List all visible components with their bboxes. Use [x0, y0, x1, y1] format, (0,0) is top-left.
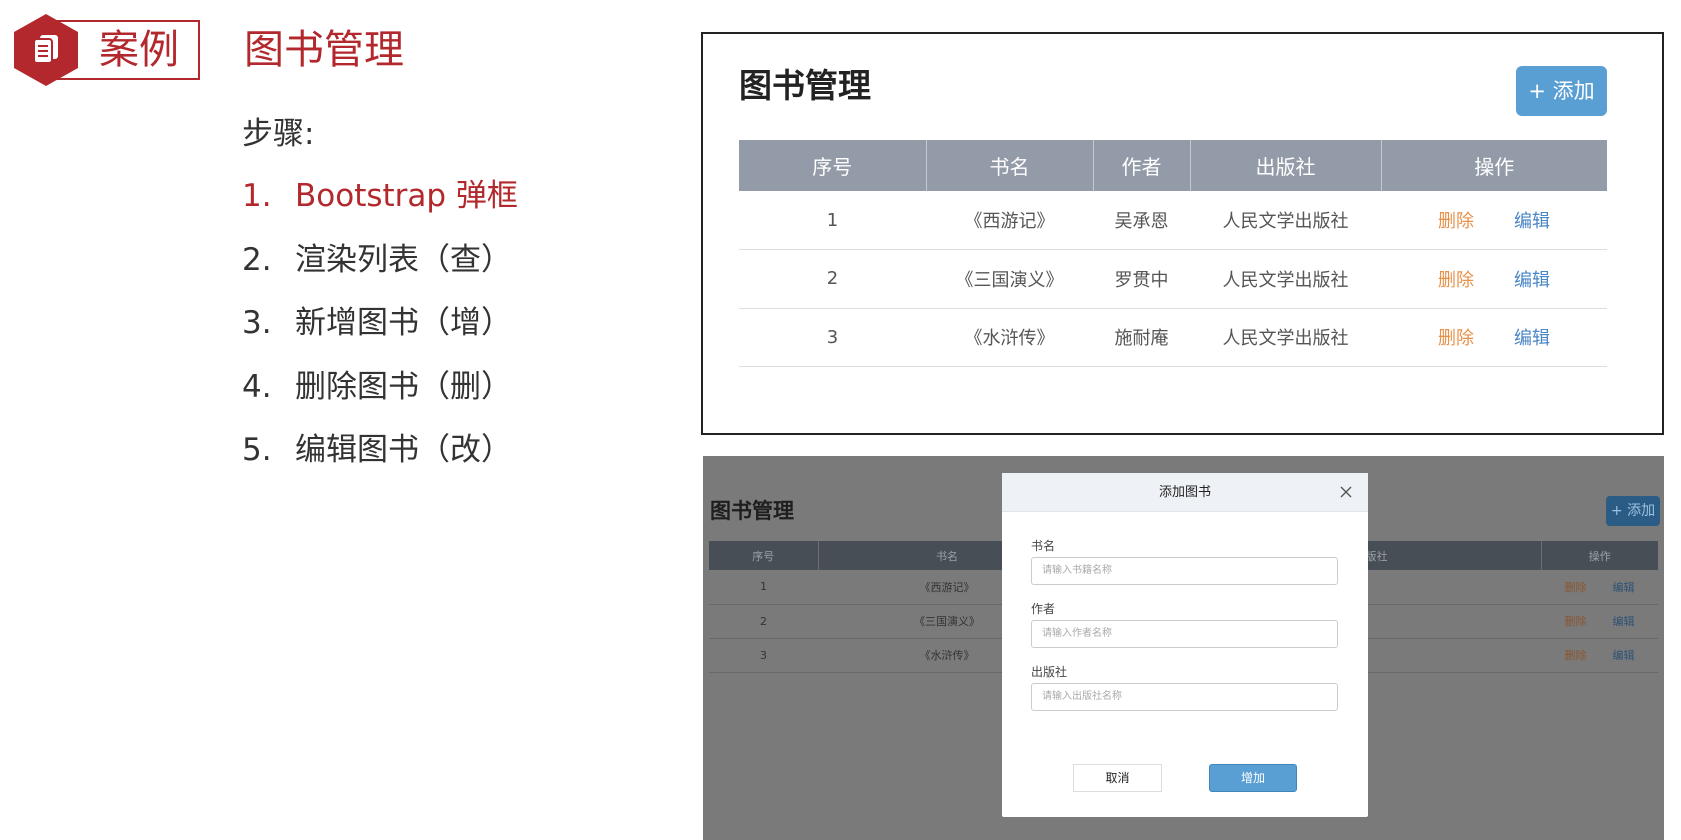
edit-link[interactable]: 编辑: [1514, 328, 1550, 349]
column-header: 序号: [739, 140, 927, 191]
column-header: 出版社: [1190, 140, 1382, 191]
delete-link[interactable]: 删除: [1438, 328, 1474, 349]
column-header: 作者: [1093, 140, 1191, 191]
step-number: 4.: [242, 368, 272, 405]
cell-no: 1: [709, 570, 818, 605]
cancel-button[interactable]: 取消: [1073, 764, 1162, 792]
add-book-modal-screenshot: 图书管理 + 添加 序号 书名 出版社 操作 1 《西游记》 文学出版社 删除编…: [703, 456, 1664, 840]
field-label-title: 书名: [1031, 539, 1056, 553]
badge-label: 案例: [99, 27, 179, 73]
edit-link[interactable]: 编辑: [1514, 211, 1550, 232]
step-label: 删除图书（删）: [295, 368, 512, 405]
add-book-dialog: 添加图书 书名 请输入书籍名称 作者 请输入作者名称 出版社 请输入出版社名称 …: [1002, 473, 1368, 817]
cell-author: 施耐庵: [1093, 308, 1190, 367]
edit-link[interactable]: 编辑: [1514, 270, 1550, 291]
edit-link: 编辑: [1612, 580, 1635, 594]
page-title: 图书管理: [244, 27, 404, 73]
document-icon: [33, 35, 58, 64]
edit-link: 编辑: [1612, 615, 1635, 628]
step-label: 渲染列表（查）: [295, 241, 512, 278]
cell-no: 3: [709, 638, 818, 673]
delete-link: 删除: [1564, 649, 1587, 662]
delete-link: 删除: [1564, 615, 1587, 628]
table-row: 3 《水浒传》 施耐庵 人民文学出版社 删除 编辑: [739, 308, 1607, 367]
delete-link[interactable]: 删除: [1438, 270, 1474, 291]
step-item: 3. 新增图书（增）: [242, 303, 518, 367]
cell-publisher: 人民文学出版社: [1190, 308, 1381, 367]
cell-no: 1: [739, 191, 926, 250]
cell-publisher: 人民文学出版社: [1190, 191, 1381, 250]
column-header: 操作: [1541, 541, 1658, 570]
table-row: 1 《西游记》 吴承恩 人民文学出版社 删除 编辑: [739, 191, 1607, 250]
dialog-header: 添加图书: [1002, 473, 1368, 512]
cell-actions: 删除 编辑: [1541, 604, 1658, 639]
author-input[interactable]: 请输入作者名称: [1031, 620, 1338, 648]
step-label: 编辑图书（改）: [295, 432, 512, 468]
panel-title: 图书管理: [739, 66, 871, 105]
cell-author: 吴承恩: [1093, 191, 1190, 250]
table-row: 2 《三国演义》 罗贯中 人民文学出版社 删除 编辑: [739, 249, 1607, 309]
book-table: 序号 书名 作者 出版社 操作 1 《西游记》 吴承恩 人民文学出版社 删除 编辑…: [739, 140, 1607, 367]
publisher-input[interactable]: 请输入出版社名称: [1031, 683, 1338, 711]
cell-no: 3: [739, 308, 926, 367]
cell-actions: 删除 编辑: [1381, 308, 1607, 367]
step-number: 5.: [242, 432, 272, 468]
submit-button[interactable]: 增加: [1209, 764, 1297, 792]
cell-name: 《三国演义》: [926, 249, 1093, 309]
edit-link: 编辑: [1612, 649, 1635, 662]
bg-page-title: 图书管理: [710, 499, 794, 523]
cell-name: 《西游记》: [926, 191, 1093, 250]
step-item: 1. Bootstrap 弹框: [242, 176, 518, 240]
step-label: 新增图书（增）: [295, 305, 512, 341]
cell-actions: 删除 编辑: [1541, 570, 1658, 605]
step-item: 5. 编辑图书（改）: [242, 430, 518, 494]
add-book-button[interactable]: + 添加: [1516, 66, 1607, 116]
delete-link[interactable]: 删除: [1438, 211, 1474, 232]
cell-author: 罗贯中: [1093, 249, 1190, 309]
column-header: 操作: [1381, 140, 1607, 191]
dialog-title: 添加图书: [1158, 485, 1211, 500]
steps-title: 步骤:: [242, 116, 315, 152]
step-item: 4. 删除图书（删）: [242, 367, 518, 431]
bg-add-button: + 添加: [1606, 496, 1660, 526]
field-label-publisher: 出版社: [1031, 665, 1068, 679]
delete-link: 删除: [1564, 580, 1587, 594]
cell-publisher: 人民文学出版社: [1190, 249, 1381, 309]
step-label: Bootstrap 弹框: [295, 178, 518, 214]
cell-actions: 删除 编辑: [1541, 638, 1658, 673]
cell-no: 2: [739, 249, 926, 309]
column-header: 序号: [709, 541, 819, 570]
column-header: 书名: [926, 140, 1094, 191]
step-number: 2.: [242, 241, 272, 278]
field-label-author: 作者: [1031, 602, 1056, 616]
steps-list: 1. Bootstrap 弹框 2. 渲染列表（查） 3. 新增图书（增） 4. 删除图…: [242, 176, 518, 494]
cell-actions: 删除 编辑: [1381, 191, 1607, 250]
step-item: 2. 渲染列表（查）: [242, 240, 518, 304]
cell-no: 2: [709, 604, 818, 639]
step-number: 1.: [242, 178, 272, 214]
book-list-screenshot: 图书管理 + 添加 序号 书名 作者 出版社 操作 1 《西游记》 吴承恩 人民…: [701, 32, 1664, 435]
cell-name: 《水浒传》: [926, 308, 1093, 367]
table-header-row: 序号 书名 作者 出版社 操作: [739, 140, 1607, 191]
cell-actions: 删除 编辑: [1381, 249, 1607, 309]
close-icon[interactable]: [1338, 484, 1354, 500]
step-number: 3.: [242, 305, 272, 341]
book-name-input[interactable]: 请输入书籍名称: [1031, 557, 1338, 585]
slide: 案例 图书管理 步骤: 1. Bootstrap 弹框 2. 渲染列表（查） 3. 新…: [0, 0, 1681, 840]
